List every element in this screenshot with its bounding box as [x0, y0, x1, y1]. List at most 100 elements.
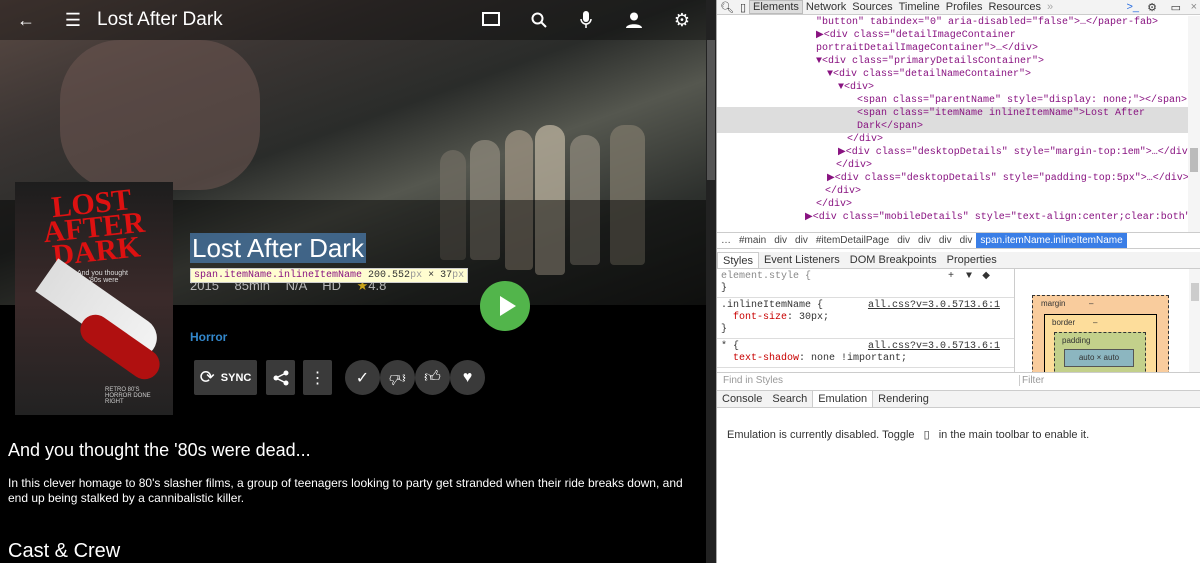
- thumbs-down-icon: 👍︎: [389, 369, 406, 386]
- tab-profiles[interactable]: Profiles: [943, 1, 986, 13]
- dom-node[interactable]: ▶<div class="mobileDetails" style="text-…: [717, 211, 1189, 224]
- add-rule-icon[interactable]: +: [948, 271, 954, 283]
- item-title: Lost After Dark: [190, 233, 366, 263]
- dom-node[interactable]: ▼<div class="detailNameContainer">: [717, 68, 1189, 81]
- dom-node[interactable]: ▼<div>: [717, 81, 1189, 94]
- dom-node[interactable]: ▶<div class="detailImageContainer: [717, 29, 1189, 42]
- emulation-message: Emulation is currently disabled. Toggle …: [727, 429, 1090, 441]
- overview: In this clever homage to 80's slasher fi…: [8, 476, 683, 505]
- source-link[interactable]: all.css?v=3.0.5713.6:1: [868, 341, 1000, 353]
- filter-input[interactable]: Filter: [1019, 375, 1044, 386]
- heart-icon: ♥: [462, 368, 473, 386]
- style-rule[interactable]: * {all.css?v=3.0.5713.6:1 text-shadow: n…: [717, 339, 1014, 368]
- breadcrumb: … #main div div #itemDetailPage div div …: [717, 232, 1200, 249]
- breadcrumb-item[interactable]: div: [893, 235, 914, 246]
- tagline: And you thought the '80s were dead...: [8, 440, 311, 460]
- devtools-toolbar: 🔍︎ ▯ Elements Network Sources Timeline P…: [717, 0, 1200, 15]
- dislike-button[interactable]: 👍︎: [380, 360, 415, 395]
- dom-node[interactable]: </div>: [717, 198, 1189, 211]
- sync-button[interactable]: ⟳ SYNC: [194, 360, 257, 395]
- dom-node[interactable]: ▶<div class="desktopDetails" style="padd…: [717, 172, 1189, 185]
- refresh-icon: ⟳: [199, 367, 215, 387]
- breadcrumb-item[interactable]: div: [935, 235, 956, 246]
- tab-event-listeners[interactable]: Event Listeners: [759, 252, 845, 268]
- dom-node[interactable]: portraitDetailImageContainer">…</div>: [717, 42, 1189, 55]
- device-mode-icon[interactable]: ▯: [737, 1, 749, 14]
- tab-emulation[interactable]: Emulation: [812, 391, 874, 407]
- dom-node[interactable]: </div>: [717, 159, 1189, 172]
- breadcrumb-item[interactable]: div: [956, 235, 977, 246]
- dom-node[interactable]: </div>: [717, 133, 1189, 146]
- favorite-button[interactable]: ♥: [450, 360, 485, 395]
- user-icon[interactable]: [624, 10, 644, 30]
- like-button[interactable]: 👍︎: [415, 360, 450, 395]
- played-button[interactable]: ✓: [345, 360, 380, 395]
- tab-styles[interactable]: Styles: [717, 252, 759, 268]
- dom-node[interactable]: ▼<div class="primaryDetailsContainer">: [717, 55, 1189, 68]
- app-title: Lost After Dark: [97, 9, 223, 30]
- tab-rendering[interactable]: Rendering: [873, 391, 934, 407]
- poster-image[interactable]: LOSTAFTERDARK And you thought the '80s w…: [15, 182, 173, 415]
- inspect-tooltip: span.itemName.inlineItemName 200.552px ×…: [190, 268, 469, 283]
- back-arrow-icon[interactable]: ←: [16, 10, 36, 30]
- tab-elements[interactable]: Elements: [749, 0, 803, 14]
- source-link[interactable]: all.css?v=3.0.5713.6:1: [868, 300, 1000, 312]
- tab-timeline[interactable]: Timeline: [896, 1, 943, 13]
- top-bar: ← ☰ Lost After Dark ⚙: [0, 0, 706, 40]
- box-model: margin – border – padding auto × auto: [1016, 269, 1200, 372]
- menu-icon[interactable]: ☰: [63, 10, 83, 30]
- breadcrumb-item[interactable]: div: [914, 235, 935, 246]
- sidebar-tabs: Styles Event Listeners DOM Breakpoints P…: [717, 252, 1200, 269]
- inspect-search-icon[interactable]: 🔍︎: [717, 1, 737, 14]
- breadcrumb-item[interactable]: #itemDetailPage: [812, 235, 893, 246]
- cast-icon[interactable]: [481, 10, 501, 30]
- search-icon[interactable]: [529, 10, 549, 30]
- close-icon[interactable]: ×: [1188, 1, 1200, 13]
- tab-search[interactable]: Search: [767, 391, 812, 407]
- pin-icon[interactable]: ▼: [966, 271, 972, 283]
- thumbs-up-icon: 👍︎: [424, 369, 441, 386]
- tab-dom-breakpoints[interactable]: DOM Breakpoints: [845, 252, 942, 268]
- more-tabs-button[interactable]: »: [1044, 1, 1056, 13]
- dom-node[interactable]: "button" tabindex="0" aria-disabled="fal…: [717, 16, 1189, 29]
- tab-console[interactable]: Console: [717, 391, 767, 407]
- console-drawer-icon[interactable]: >_: [1123, 1, 1142, 13]
- element-state-icon[interactable]: ◆: [982, 271, 990, 283]
- breadcrumb-item[interactable]: …: [717, 235, 735, 246]
- device-mode-icon: ▯: [923, 429, 930, 441]
- style-rule[interactable]: .inlineItemName {all.css?v=3.0.5713.6:1 …: [717, 298, 1014, 339]
- media-app: ← ☰ Lost After Dark ⚙ LOST AFTER DARK And …: [0, 0, 706, 563]
- breadcrumb-item[interactable]: div: [791, 235, 812, 246]
- play-button[interactable]: [480, 281, 530, 331]
- app-scrollbar[interactable]: [706, 0, 716, 563]
- breadcrumb-item-selected[interactable]: span.itemName.inlineItemName: [976, 233, 1127, 248]
- dom-node[interactable]: </div>: [717, 185, 1189, 198]
- genre-link[interactable]: Horror: [190, 330, 227, 344]
- microphone-icon[interactable]: [576, 10, 596, 30]
- tab-resources[interactable]: Resources: [985, 1, 1044, 13]
- style-rule[interactable]: element.style {+ ▼ ◆}: [717, 269, 1014, 298]
- breadcrumb-item[interactable]: div: [770, 235, 791, 246]
- tab-network[interactable]: Network: [803, 1, 849, 13]
- find-in-styles-input[interactable]: Find in Styles: [723, 375, 783, 386]
- share-button[interactable]: [266, 360, 295, 395]
- gear-icon[interactable]: ⚙: [672, 10, 692, 30]
- dom-node[interactable]: ▶<div class="desktopDetails" style="marg…: [717, 146, 1189, 159]
- dom-node[interactable]: <span class="parentName" style="display:…: [717, 94, 1189, 107]
- play-icon: [499, 296, 516, 316]
- check-icon: ✓: [355, 369, 370, 387]
- settings-icon[interactable]: ⚙: [1144, 1, 1160, 14]
- dom-node-selected[interactable]: <span class="itemName inlineItemName">Lo…: [717, 107, 1189, 120]
- tab-sources[interactable]: Sources: [849, 1, 895, 13]
- dock-icon[interactable]: ▭: [1168, 1, 1184, 14]
- dom-node-selected[interactable]: Dark</span>: [717, 120, 1189, 133]
- share-icon: [273, 370, 288, 385]
- more-button[interactable]: ⋮: [303, 360, 332, 395]
- dom-tree: "button" tabindex="0" aria-disabled="fal…: [717, 16, 1189, 232]
- drawer-tabs: Console Search Emulation Rendering: [717, 390, 1200, 408]
- cast-heading: Cast & Crew: [8, 540, 121, 562]
- breadcrumb-item[interactable]: #main: [735, 235, 770, 246]
- dom-scrollbar[interactable]: [1188, 16, 1200, 232]
- tab-properties[interactable]: Properties: [942, 252, 1002, 268]
- more-vert-icon: ⋮: [309, 369, 326, 387]
